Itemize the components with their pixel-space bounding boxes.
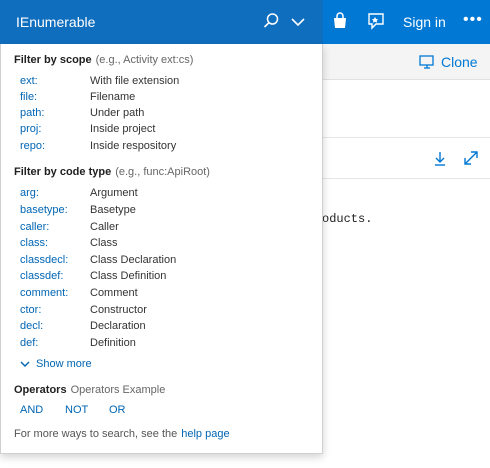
clone-button[interactable]: Clone [419, 54, 478, 70]
list-item[interactable]: classdef: Class Definition [20, 270, 310, 284]
filter-key: classdecl: [20, 254, 69, 266]
help-footer: For more ways to search, see the help pag… [14, 428, 230, 440]
filter-key: basetype: [20, 204, 68, 216]
filter-desc: Inside respository [90, 140, 177, 152]
filter-desc: With file extension [90, 75, 180, 87]
list-item[interactable]: decl: Declaration [20, 320, 310, 334]
top-bar: IEnumerable Sign in ••• [0, 0, 490, 44]
filter-key: ext: [20, 75, 38, 87]
operator-and[interactable]: AND [20, 404, 43, 416]
list-item[interactable]: ext: With file extension [20, 75, 310, 89]
bag-icon[interactable] [330, 11, 350, 31]
filter-key: file: [20, 91, 38, 103]
list-item[interactable]: arg: Argument [20, 187, 310, 201]
operators-title: Operators [14, 384, 67, 396]
filter-key: class: [20, 237, 49, 249]
filter-desc: Class Declaration [90, 254, 177, 266]
scope-hint: (e.g., Activity ext:cs) [95, 54, 194, 66]
search-icon[interactable] [261, 11, 281, 31]
search-box[interactable]: IEnumerable [0, 0, 323, 44]
list-item[interactable]: path: Under path [20, 107, 310, 121]
list-item[interactable]: file: Filename [20, 91, 310, 105]
filter-key: path: [20, 107, 45, 119]
filter-desc: Definition [90, 337, 136, 349]
operators-hint: Operators Example [70, 384, 166, 396]
chevron-down-icon [20, 361, 30, 367]
operator-or[interactable]: OR [109, 404, 126, 416]
filter-desc: Class [90, 237, 118, 249]
show-more-button[interactable]: Show more [20, 358, 92, 370]
filter-key: ctor: [20, 304, 42, 316]
sign-in-link[interactable]: Sign in [403, 14, 446, 30]
list-item[interactable]: ctor: Constructor [20, 304, 310, 318]
list-item[interactable]: caller: Caller [20, 221, 310, 235]
code-title: Filter by code type [14, 166, 112, 178]
operators-section-title: Operators Operators Example [14, 384, 165, 396]
filter-desc: Argument [90, 187, 138, 199]
footer-text: For more ways to search, see the [14, 428, 178, 440]
search-input[interactable]: IEnumerable [16, 14, 95, 30]
list-item[interactable]: repo: Inside respository [20, 140, 310, 154]
filter-desc: Class Definition [90, 270, 167, 282]
filter-desc: Under path [90, 107, 145, 119]
filter-desc: Constructor [90, 304, 147, 316]
list-item[interactable]: class: Class [20, 237, 310, 251]
filter-desc: Filename [90, 91, 136, 103]
filter-key: classdef: [20, 270, 64, 282]
filter-key: repo: [20, 140, 46, 152]
clone-label: Clone [441, 54, 478, 70]
show-more-label: Show more [36, 358, 92, 370]
list-item[interactable]: basetype: Basetype [20, 204, 310, 218]
chevron-down-icon[interactable] [289, 13, 307, 31]
code-section-title: Filter by code type (e.g., func:ApiRoot) [14, 166, 210, 178]
filter-key: comment: [20, 287, 69, 299]
filter-desc: Basetype [90, 204, 136, 216]
code-line: oducts. [322, 212, 373, 226]
filter-desc: Declaration [90, 320, 146, 332]
scope-section-title: Filter by scope (e.g., Activity ext:cs) [14, 54, 193, 66]
feedback-icon[interactable] [366, 11, 386, 31]
download-icon[interactable] [432, 150, 448, 166]
filter-key: decl: [20, 320, 44, 332]
filter-desc: Caller [90, 221, 119, 233]
list-item[interactable]: proj: Inside project [20, 123, 310, 137]
filter-key: proj: [20, 123, 42, 135]
expand-icon[interactable] [463, 150, 479, 166]
search-help-dropdown: Filter by scope (e.g., Activity ext:cs) e… [0, 44, 323, 454]
list-item[interactable]: classdecl: Class Declaration [20, 254, 310, 268]
code-hint: (e.g., func:ApiRoot) [115, 166, 210, 178]
filter-desc: Comment [90, 287, 138, 299]
filter-key: caller: [20, 221, 50, 233]
list-item[interactable]: def: Definition [20, 337, 310, 351]
list-item[interactable]: comment: Comment [20, 287, 310, 301]
filter-desc: Inside project [90, 123, 156, 135]
filter-key: arg: [20, 187, 39, 199]
help-page-link[interactable]: help page [181, 428, 229, 440]
operator-not[interactable]: NOT [65, 404, 88, 416]
more-icon[interactable]: ••• [463, 11, 482, 31]
clone-icon [419, 55, 434, 69]
filter-key: def: [20, 337, 39, 349]
scope-title: Filter by scope [14, 54, 92, 66]
